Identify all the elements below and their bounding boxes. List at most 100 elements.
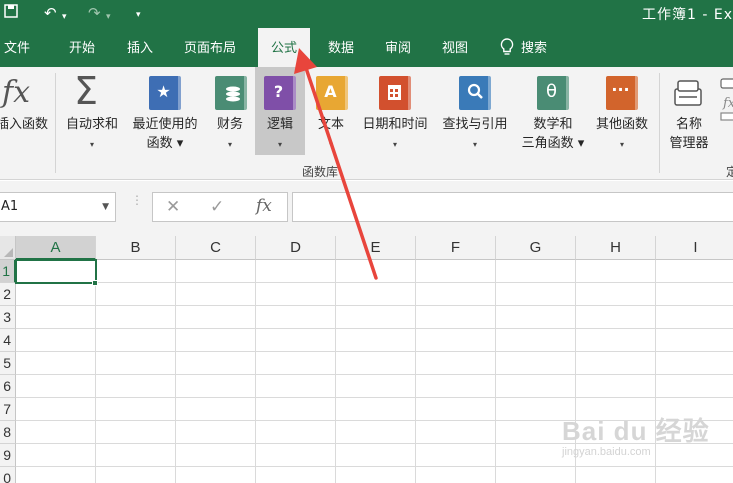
tab-data[interactable]: 数据	[328, 37, 354, 56]
customize-toolbar-icon[interactable]: ▾	[136, 6, 141, 24]
cancel-icon[interactable]: ✕	[166, 197, 180, 217]
lightbulb-icon[interactable]	[499, 37, 515, 57]
insert-function-fx-icon[interactable]: fx	[256, 196, 272, 216]
math-trig-label-2: 三角函数 ▾	[521, 136, 585, 151]
insert-function-button[interactable]: fx 插入函数	[0, 67, 52, 155]
undo-dropdown-icon[interactable]: ▾	[62, 8, 67, 26]
row-header-4[interactable]: 4	[0, 329, 16, 352]
formula-input[interactable]	[292, 192, 733, 222]
title-bar: ↶ ▾ ↷ ▾ ▾ 工作簿1 - Ex	[0, 0, 733, 28]
autosum-button[interactable]: Σ 自动求和 ▾	[60, 67, 124, 155]
tab-view[interactable]: 视图	[442, 37, 468, 56]
recently-used-button[interactable]: ★ 最近使用的 函数 ▾	[126, 67, 204, 155]
tab-page-layout[interactable]: 页面布局	[184, 37, 236, 56]
gridline	[16, 374, 733, 375]
math-trig-label-1: 数学和	[533, 117, 573, 132]
autosum-dropdown-icon: ▾	[89, 140, 94, 149]
column-header-h[interactable]: H	[576, 236, 656, 260]
text-book-icon: A	[316, 76, 348, 110]
row-header-3[interactable]: 3	[0, 306, 16, 329]
column-header-b[interactable]: B	[96, 236, 176, 260]
gridline	[16, 305, 733, 306]
column-header-d[interactable]: D	[256, 236, 336, 260]
column-header-f[interactable]: F	[416, 236, 496, 260]
row-header-5[interactable]: 5	[0, 352, 16, 375]
theta-book-icon: θ	[537, 76, 569, 110]
ribbon-separator	[659, 73, 660, 173]
column-header-i[interactable]: I	[656, 236, 733, 260]
date-time-dropdown-icon: ▾	[392, 140, 397, 149]
name-manager-button[interactable]: 名称 管理器	[662, 67, 716, 155]
gridline	[175, 260, 176, 483]
tab-formulas[interactable]: 公式	[258, 28, 311, 67]
name-box-value: A1	[1, 199, 19, 214]
redo-dropdown-icon[interactable]: ▾	[106, 8, 111, 26]
row-header-9[interactable]: 9	[0, 444, 16, 467]
more-functions-dropdown-icon: ▾	[619, 140, 624, 149]
gridline	[16, 328, 733, 329]
column-header-e[interactable]: E	[336, 236, 416, 260]
defined-names-group-label: 定	[726, 165, 733, 179]
gridline	[335, 260, 336, 483]
tab-review[interactable]: 审阅	[385, 37, 411, 56]
redo-icon[interactable]: ↷	[88, 4, 101, 22]
logical-button[interactable]: ? 逻辑 ▾	[255, 67, 305, 155]
gridline	[16, 466, 733, 467]
fill-handle[interactable]	[92, 280, 98, 286]
row-header-6[interactable]: 6	[0, 375, 16, 398]
undo-icon[interactable]: ↶	[44, 4, 57, 22]
financial-button[interactable]: 财务 ▾	[208, 67, 252, 155]
autosum-label: 自动求和	[65, 117, 118, 132]
tell-me-search[interactable]: 搜索	[521, 37, 547, 56]
insert-function-label: 插入函数	[0, 117, 48, 132]
tab-insert[interactable]: 插入	[127, 37, 153, 56]
logical-book-icon: ?	[264, 76, 296, 110]
gridline	[415, 260, 416, 483]
column-header-g[interactable]: G	[496, 236, 576, 260]
enter-icon[interactable]: ✓	[210, 197, 224, 217]
name-box-dropdown-icon[interactable]: ▼	[102, 193, 109, 221]
window-title: 工作簿1 - Ex	[642, 7, 733, 23]
recently-used-label-2: 函数 ▾	[146, 136, 184, 151]
more-functions-button[interactable]: ··· 其他函数 ▾	[590, 67, 654, 155]
gridline	[16, 351, 733, 352]
name-manager-icon	[674, 80, 702, 106]
formula-bar-resize-handle[interactable]: ⋮	[131, 194, 143, 206]
save-icon[interactable]	[4, 4, 18, 22]
fx-icon: fx	[2, 75, 31, 110]
text-dropdown-icon: ▾	[328, 140, 333, 149]
name-box[interactable]: A1 ▼	[0, 192, 116, 222]
row-header-1[interactable]: 1	[0, 260, 16, 283]
select-all-button[interactable]	[0, 236, 16, 260]
gridline	[16, 282, 733, 283]
math-trig-button[interactable]: θ 数学和 三角函数 ▾	[516, 67, 590, 155]
sigma-icon: Σ	[74, 69, 99, 113]
gridline	[495, 260, 496, 483]
star-book-icon: ★	[149, 76, 181, 110]
lookup-reference-button[interactable]: 查找与引用 ▾	[436, 67, 514, 155]
function-library-group-label: 函数库	[301, 165, 338, 179]
date-time-button[interactable]: 日期和时间 ▾	[356, 67, 434, 155]
recently-used-label-1: 最近使用的	[132, 117, 198, 132]
row-header-7[interactable]: 7	[0, 398, 16, 421]
row-header-2[interactable]: 2	[0, 283, 16, 306]
gridline	[255, 260, 256, 483]
column-header-a[interactable]: A	[16, 236, 96, 260]
column-header-c[interactable]: C	[176, 236, 256, 260]
active-cell-a1[interactable]	[15, 259, 97, 284]
coins-book-icon	[215, 76, 247, 110]
tab-home[interactable]: 开始	[69, 37, 95, 56]
lookup-reference-dropdown-icon: ▾	[472, 140, 477, 149]
name-manager-label-2: 管理器	[669, 136, 709, 151]
define-name-icons[interactable]: fx	[719, 77, 733, 121]
row-header-10[interactable]: 0	[0, 467, 16, 483]
excel-window: ↶ ▾ ↷ ▾ ▾ 工作簿1 - Ex 文件 开始 插入 页面布局 公式 数据 …	[0, 0, 733, 483]
tab-file[interactable]: 文件	[4, 37, 30, 56]
row-header-8[interactable]: 8	[0, 421, 16, 444]
more-book-icon: ···	[606, 76, 638, 110]
text-button[interactable]: A 文本 ▾	[308, 67, 354, 155]
text-label: 文本	[317, 117, 344, 132]
formula-bar: A1 ▼ ⋮ ✕ ✓ fx	[0, 181, 733, 236]
date-time-label: 日期和时间	[362, 117, 428, 132]
lookup-reference-label: 查找与引用	[442, 117, 508, 132]
